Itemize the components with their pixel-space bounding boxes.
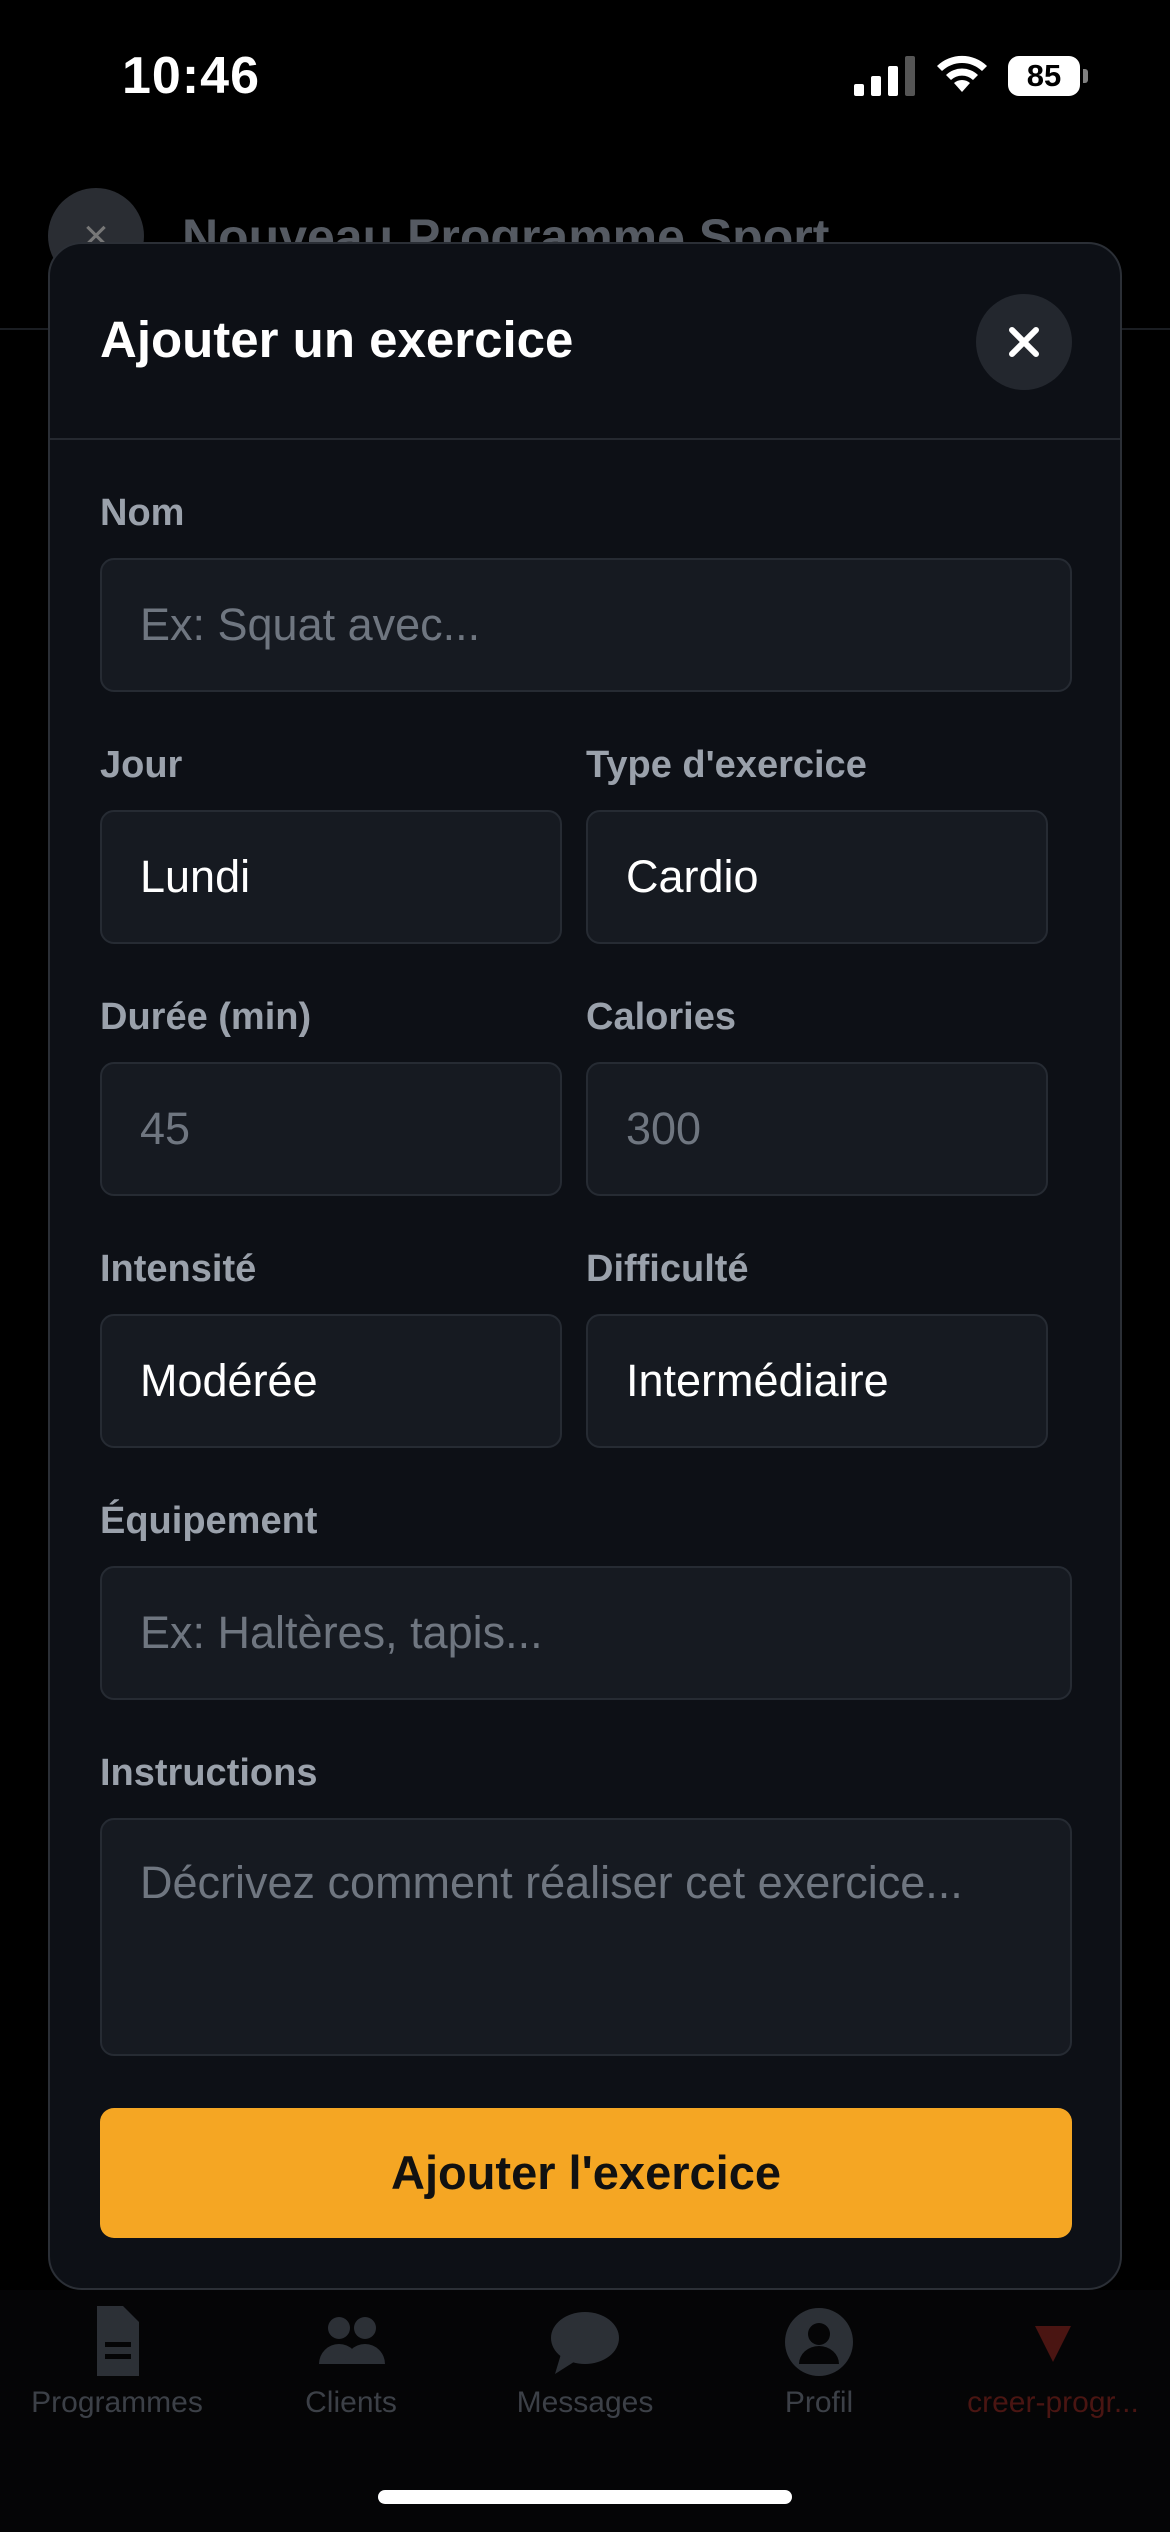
tab-messages[interactable]: Messages: [468, 2290, 702, 2440]
document-icon: [97, 2306, 139, 2376]
battery-tip: [1083, 69, 1088, 83]
tab-label: Profil: [784, 2386, 854, 2419]
users-icon: [319, 2317, 385, 2364]
difficulte-select[interactable]: Intermédiaire: [586, 1314, 1048, 1448]
status-time: 10:46: [122, 47, 260, 105]
duree-input[interactable]: 45: [100, 1062, 562, 1196]
duree-label: Durée (min): [100, 996, 312, 1038]
tab-label: creer-progr...: [967, 2386, 1139, 2419]
type-select[interactable]: Cardio: [586, 810, 1048, 944]
add-exercise-modal: Ajouter un exercice Nom Ex: Squat avec..…: [48, 242, 1122, 2290]
type-label: Type d'exercice: [586, 744, 867, 786]
user-circle-icon: [785, 2308, 853, 2376]
status-bar: 10:46 85: [0, 0, 1170, 150]
jour-label: Jour: [100, 744, 183, 786]
triangle-down-icon: [1035, 2326, 1071, 2362]
tab-profil[interactable]: Profil: [702, 2290, 936, 2440]
tab-label: Programmes: [31, 2386, 203, 2419]
home-indicator[interactable]: [378, 2490, 792, 2504]
battery-level: 85: [1008, 56, 1080, 96]
intensite-label: Intensité: [100, 1248, 257, 1290]
screen: 10:46 85 × Nouveau Programme Sport Ajout…: [0, 0, 1170, 2532]
nom-input[interactable]: Ex: Squat avec...: [100, 558, 1072, 692]
cellular-signal-icon: [854, 56, 915, 96]
equipement-input[interactable]: Ex: Haltères, tapis...: [100, 1566, 1072, 1700]
tab-clients[interactable]: Clients: [234, 2290, 468, 2440]
tab-label: Clients: [305, 2386, 397, 2419]
jour-select[interactable]: Lundi: [100, 810, 562, 944]
instructions-label: Instructions: [100, 1752, 318, 1794]
tab-programmes[interactable]: Programmes: [0, 2290, 234, 2440]
battery-indicator: 85: [1008, 56, 1088, 96]
intensite-select[interactable]: Modérée: [100, 1314, 562, 1448]
add-exercise-button[interactable]: Ajouter l'exercice: [100, 2108, 1072, 2238]
tab-label: Messages: [516, 2386, 654, 2419]
modal-close-button[interactable]: [976, 294, 1072, 390]
instructions-textarea[interactable]: Décrivez comment réaliser cet exercice..…: [100, 1818, 1072, 2056]
equipement-label: Équipement: [100, 1500, 318, 1542]
modal-header: Ajouter un exercice: [50, 244, 1120, 440]
calories-input[interactable]: 300: [586, 1062, 1048, 1196]
tab-creer-programme[interactable]: creer-progr...: [936, 2290, 1170, 2440]
close-icon: [1009, 327, 1039, 357]
calories-label: Calories: [586, 996, 736, 1038]
modal-title: Ajouter un exercice: [100, 311, 574, 368]
chat-bubble-icon: [551, 2312, 619, 2374]
wifi-icon: [937, 55, 987, 92]
nom-label: Nom: [100, 492, 185, 534]
difficulte-label: Difficulté: [586, 1248, 749, 1290]
